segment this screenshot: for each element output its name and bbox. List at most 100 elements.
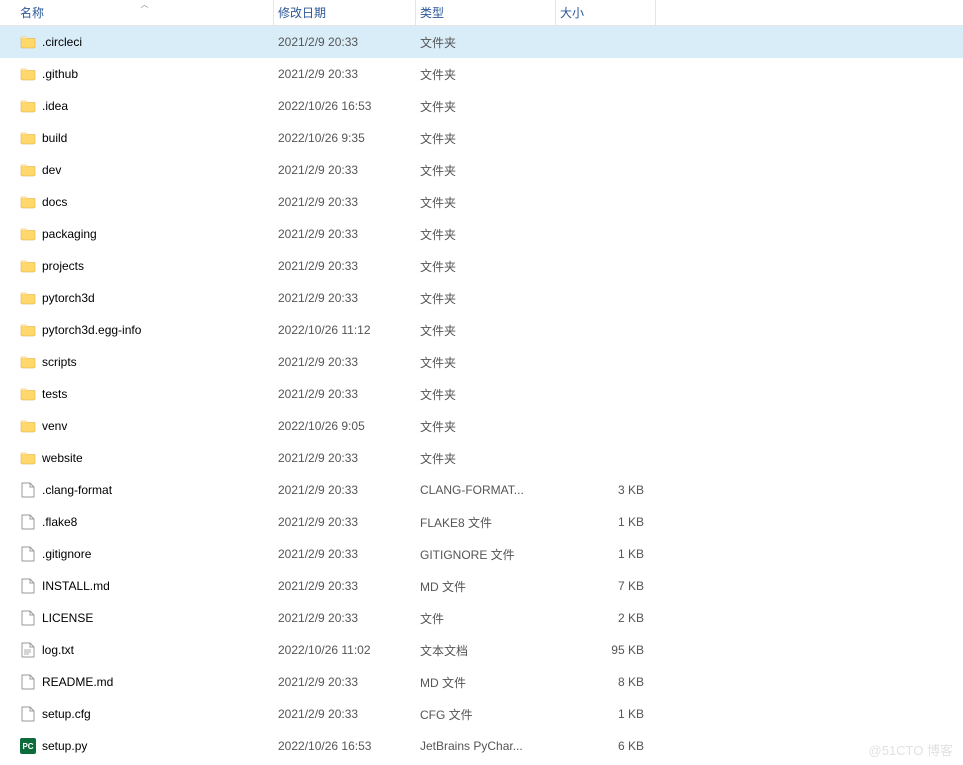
file-type-cell: 文件夹 — [416, 386, 556, 403]
folder-icon — [20, 98, 36, 114]
file-date-cell: 2021/2/9 20:33 — [274, 67, 416, 81]
file-row[interactable]: .github 2021/2/9 20:33文件夹 — [0, 58, 963, 90]
folder-icon — [20, 418, 36, 434]
column-header-date[interactable]: 修改日期 — [274, 0, 416, 25]
file-row[interactable]: docs2021/2/9 20:33文件夹 — [0, 186, 963, 218]
file-name: docs — [42, 195, 67, 209]
file-row[interactable]: pytorch3d.egg-info2022/10/26 11:12文件夹 — [0, 314, 963, 346]
file-name-cell: PCsetup.py — [16, 738, 274, 754]
file-row[interactable]: log.txt 2022/10/26 11:02文本文档95 KB — [0, 634, 963, 666]
file-row[interactable]: .flake82021/2/9 20:33FLAKE8 文件1 KB — [0, 506, 963, 538]
file-name-cell: .github — [16, 66, 274, 82]
file-type-cell: MD 文件 — [416, 578, 556, 595]
file-size-cell: 1 KB — [556, 515, 656, 529]
file-row[interactable]: setup.cfg2021/2/9 20:33CFG 文件1 KB — [0, 698, 963, 730]
file-date-cell: 2021/2/9 20:33 — [274, 579, 416, 593]
file-name-cell: log.txt — [16, 642, 274, 658]
file-name-cell: pytorch3d — [16, 290, 274, 306]
file-name: .clang-format — [42, 483, 112, 497]
file-name: website — [42, 451, 83, 465]
file-name: README.md — [42, 675, 113, 689]
file-row[interactable]: scripts2021/2/9 20:33文件夹 — [0, 346, 963, 378]
file-row[interactable]: INSTALL.md2021/2/9 20:33MD 文件7 KB — [0, 570, 963, 602]
file-icon — [20, 514, 36, 530]
file-name: scripts — [42, 355, 77, 369]
file-row[interactable]: .idea2022/10/26 16:53文件夹 — [0, 90, 963, 122]
file-name: tests — [42, 387, 67, 401]
file-row[interactable]: packaging2021/2/9 20:33文件夹 — [0, 218, 963, 250]
file-name: packaging — [42, 227, 97, 241]
column-header-name[interactable]: ︿ 名称 — [16, 0, 274, 25]
file-date-cell: 2022/10/26 16:53 — [274, 739, 416, 753]
file-type-cell: 文件夹 — [416, 258, 556, 275]
file-row[interactable]: build2022/10/26 9:35文件夹 — [0, 122, 963, 154]
file-name: log.txt — [42, 643, 74, 657]
file-type-cell: 文件夹 — [416, 34, 556, 51]
file-type-cell: FLAKE8 文件 — [416, 514, 556, 531]
file-icon — [20, 482, 36, 498]
file-date-cell: 2021/2/9 20:33 — [274, 355, 416, 369]
file-name-cell: LICENSE — [16, 610, 274, 626]
file-icon — [20, 546, 36, 562]
file-size-cell: 1 KB — [556, 547, 656, 561]
file-name-cell: pytorch3d.egg-info — [16, 322, 274, 338]
file-name-cell: tests — [16, 386, 274, 402]
column-header-type[interactable]: 类型 — [416, 0, 556, 25]
file-row[interactable]: venv2022/10/26 9:05文件夹 — [0, 410, 963, 442]
file-date-cell: 2021/2/9 20:33 — [274, 35, 416, 49]
file-date-cell: 2022/10/26 11:02 — [274, 643, 416, 657]
file-size-cell: 2 KB — [556, 611, 656, 625]
file-row[interactable]: pytorch3d2021/2/9 20:33文件夹 — [0, 282, 963, 314]
folder-icon — [20, 226, 36, 242]
file-row[interactable]: .gitignore2021/2/9 20:33GITIGNORE 文件1 KB — [0, 538, 963, 570]
file-date-cell: 2021/2/9 20:33 — [274, 291, 416, 305]
file-type-cell: 文件 — [416, 610, 556, 627]
folder-icon — [20, 450, 36, 466]
file-row[interactable]: projects2021/2/9 20:33文件夹 — [0, 250, 963, 282]
column-header-row: ︿ 名称 修改日期 类型 大小 — [0, 0, 963, 26]
file-name-cell: docs — [16, 194, 274, 210]
column-header-size[interactable]: 大小 — [556, 0, 656, 25]
file-name-cell: .circleci — [16, 34, 274, 50]
file-name: setup.py — [42, 739, 87, 753]
file-name-cell: setup.cfg — [16, 706, 274, 722]
file-name-cell: projects — [16, 258, 274, 274]
file-name: .gitignore — [42, 547, 91, 561]
file-row[interactable]: tests2021/2/9 20:33文件夹 — [0, 378, 963, 410]
file-date-cell: 2021/2/9 20:33 — [274, 707, 416, 721]
file-name: .circleci — [42, 35, 82, 49]
file-name: .github — [42, 67, 78, 81]
file-type-cell: GITIGNORE 文件 — [416, 546, 556, 563]
file-row[interactable]: README.md2021/2/9 20:33MD 文件8 KB — [0, 666, 963, 698]
file-name-cell: .clang-format — [16, 482, 274, 498]
file-icon — [20, 706, 36, 722]
file-name-cell: packaging — [16, 226, 274, 242]
file-date-cell: 2022/10/26 9:05 — [274, 419, 416, 433]
file-name-cell: build — [16, 130, 274, 146]
folder-icon — [20, 322, 36, 338]
file-name-cell: website — [16, 450, 274, 466]
file-date-cell: 2022/10/26 9:35 — [274, 131, 416, 145]
file-size-cell: 95 KB — [556, 643, 656, 657]
file-row[interactable]: PCsetup.py2022/10/26 16:53JetBrains PyCh… — [0, 730, 963, 762]
sort-ascending-icon: ︿ — [16, 0, 273, 10]
file-name: LICENSE — [42, 611, 93, 625]
file-name-cell: INSTALL.md — [16, 578, 274, 594]
file-row[interactable]: website2021/2/9 20:33文件夹 — [0, 442, 963, 474]
file-date-cell: 2021/2/9 20:33 — [274, 259, 416, 273]
file-name-cell: venv — [16, 418, 274, 434]
file-row[interactable]: LICENSE2021/2/9 20:33文件2 KB — [0, 602, 963, 634]
file-name: build — [42, 131, 67, 145]
file-row[interactable]: .circleci 2021/2/9 20:33文件夹 — [0, 26, 963, 58]
file-type-cell: JetBrains PyChar... — [416, 739, 556, 753]
file-type-cell: 文件夹 — [416, 98, 556, 115]
file-size-cell: 3 KB — [556, 483, 656, 497]
file-row[interactable]: dev2021/2/9 20:33文件夹 — [0, 154, 963, 186]
file-size-cell: 6 KB — [556, 739, 656, 753]
file-name: pytorch3d.egg-info — [42, 323, 141, 337]
file-row[interactable]: .clang-format2021/2/9 20:33CLANG-FORMAT.… — [0, 474, 963, 506]
file-type-cell: 文本文档 — [416, 642, 556, 659]
file-type-cell: 文件夹 — [416, 194, 556, 211]
file-type-cell: 文件夹 — [416, 66, 556, 83]
file-name: .idea — [42, 99, 68, 113]
